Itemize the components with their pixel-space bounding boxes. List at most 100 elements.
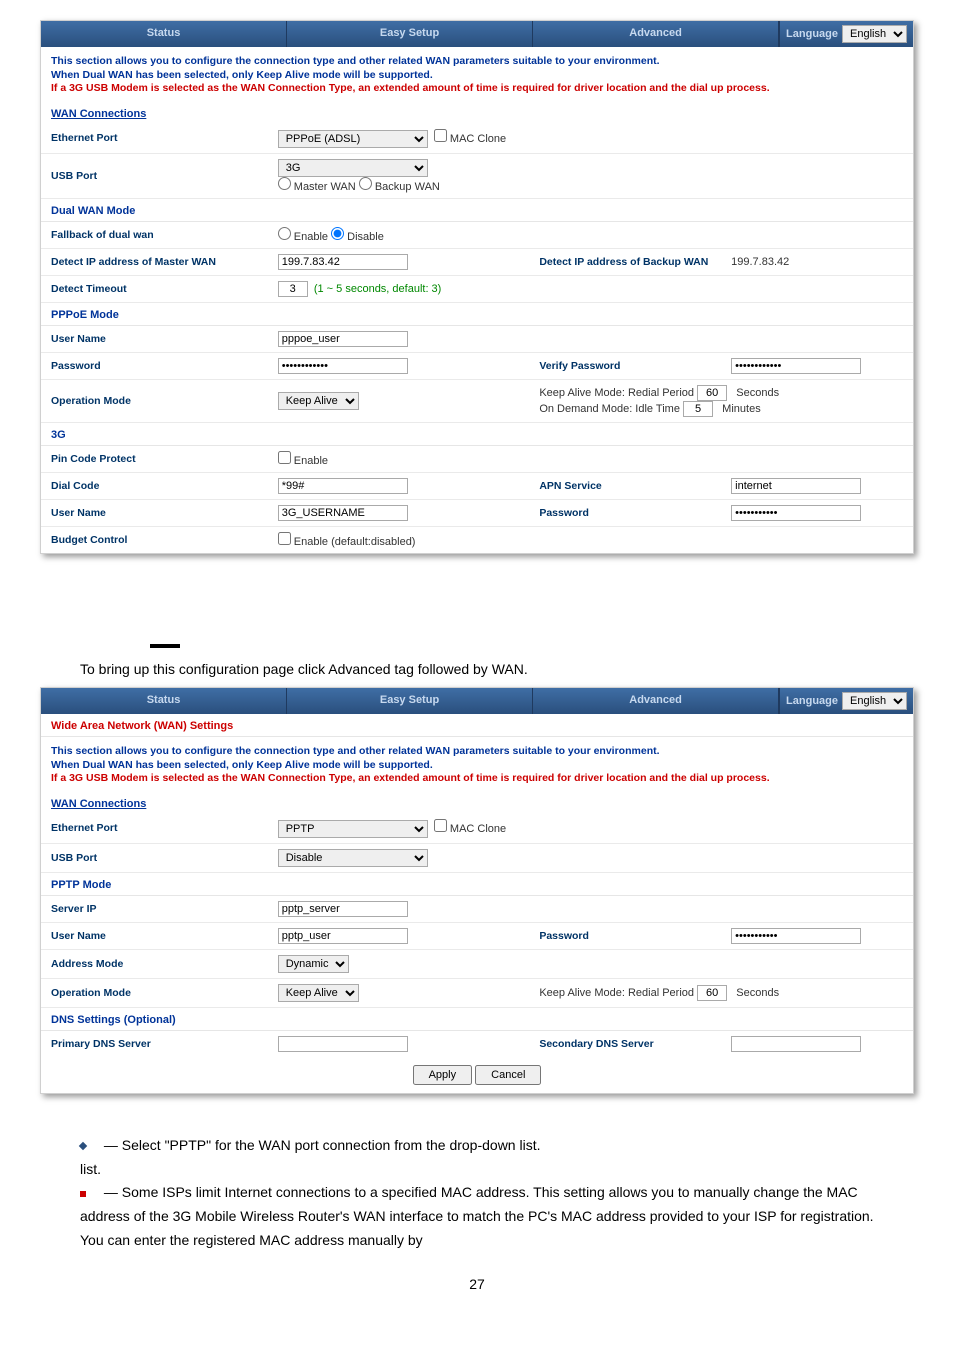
label-ethernet-port-2: Ethernet Port — [41, 814, 268, 844]
tab-status[interactable]: Status — [41, 21, 287, 47]
redial-input-2[interactable] — [697, 985, 727, 1001]
pin-protect-checkbox[interactable] — [278, 451, 291, 464]
label-pptp-password: Password — [529, 922, 721, 949]
tab-easy-setup-2[interactable]: Easy Setup — [287, 688, 533, 714]
section-3g: 3G — [41, 423, 913, 446]
section-wan-connections-2: WAN Connections — [41, 788, 913, 814]
detect-timeout-input[interactable] — [278, 281, 308, 297]
label-pin-protect: Pin Code Protect — [41, 446, 268, 473]
label-primary-dns: Primary DNS Server — [41, 1031, 268, 1057]
label-verify-password: Verify Password — [529, 352, 721, 379]
idle-input[interactable] — [683, 401, 713, 417]
language-select[interactable]: English — [842, 25, 907, 43]
label-ethernet-port: Ethernet Port — [41, 124, 268, 154]
mac-desc: — Some ISPs limit Internet connections t… — [80, 1184, 874, 1248]
mac-clone-label: MAC Clone — [450, 133, 506, 145]
seconds-label-2: Seconds — [736, 987, 779, 999]
tab-advanced-2[interactable]: Advanced — [533, 688, 779, 714]
backup-wan-radio[interactable] — [359, 177, 372, 190]
label-3g-password: Password — [529, 499, 721, 526]
button-row: Apply Cancel — [41, 1057, 913, 1093]
apply-button[interactable]: Apply — [413, 1065, 473, 1085]
label-address-mode: Address Mode — [41, 949, 268, 978]
mac-clone-checkbox-2[interactable] — [434, 819, 447, 832]
server-ip-input[interactable] — [278, 901, 408, 917]
apn-input[interactable] — [731, 478, 861, 494]
pppoe-verify-password-input[interactable] — [731, 358, 861, 374]
redial-label-2: Keep Alive Mode: Redial Period — [539, 987, 694, 999]
ethport-list: list. — [80, 1158, 874, 1182]
pptp-username-input[interactable] — [278, 928, 408, 944]
operation-mode-select[interactable]: Keep Alive — [278, 392, 359, 410]
label-budget: Budget Control — [41, 526, 268, 553]
seconds-label: Seconds — [736, 387, 779, 399]
pin-enable-label: Enable — [294, 455, 328, 467]
label-3g-username: User Name — [41, 499, 268, 526]
detect-backup-value: 199.7.83.42 — [731, 256, 789, 268]
label-operation-mode-2: Operation Mode — [41, 978, 268, 1007]
ethport-desc: — Select "PPTP" for the WAN port connect… — [100, 1137, 541, 1153]
3g-password-input[interactable] — [731, 505, 861, 521]
intro-text-2: This section allows you to configure the… — [41, 737, 913, 788]
label-secondary-dns: Secondary DNS Server — [529, 1031, 721, 1057]
operation-mode-select-2[interactable]: Keep Alive — [278, 984, 359, 1002]
tab-advanced[interactable]: Advanced — [533, 21, 779, 47]
ethernet-port-select[interactable]: PPPoE (ADSL) — [278, 130, 428, 148]
tab-bar: Status Easy Setup Advanced Language Engl… — [41, 21, 913, 47]
section-dns: DNS Settings (Optional) — [41, 1008, 913, 1031]
master-wan-radio[interactable] — [278, 177, 291, 190]
section-wan-settings: Wide Area Network (WAN) Settings — [41, 714, 913, 737]
cancel-button[interactable]: Cancel — [475, 1065, 541, 1085]
language-label: Language — [786, 28, 838, 40]
mac-clone-checkbox[interactable] — [434, 129, 447, 142]
label-pptp-username: User Name — [41, 922, 268, 949]
pptp-heading — [40, 644, 914, 661]
dial-code-input[interactable] — [278, 478, 408, 494]
pppoe-username-input[interactable] — [278, 331, 408, 347]
3g-username-input[interactable] — [278, 505, 408, 521]
redial-label: Keep Alive Mode: Redial Period — [539, 387, 694, 399]
ethernet-port-select-2[interactable]: PPTP — [278, 820, 428, 838]
intro-text: This section allows you to configure the… — [41, 47, 913, 98]
body-text: — Select "PPTP" for the WAN port connect… — [40, 1114, 914, 1317]
tab-bar-2: Status Easy Setup Advanced Language Engl… — [41, 688, 913, 714]
language-select-2[interactable]: English — [842, 692, 907, 710]
budget-hint: Enable (default:disabled) — [294, 536, 416, 548]
primary-dns-input[interactable] — [278, 1036, 408, 1052]
master-wan-label: Master WAN — [294, 181, 356, 193]
section-dual-wan: Dual WAN Mode — [41, 199, 913, 222]
fallback-enable-radio[interactable] — [278, 227, 291, 240]
language-label-2: Language — [786, 695, 838, 707]
label-password: Password — [41, 352, 268, 379]
fallback-disable-label: Disable — [347, 231, 384, 243]
section-pptp-mode: PPTP Mode — [41, 873, 913, 896]
redial-input[interactable] — [697, 385, 727, 401]
fallback-enable-label: Enable — [294, 231, 328, 243]
pptp-password-input[interactable] — [731, 928, 861, 944]
pppoe-password-input[interactable] — [278, 358, 408, 374]
timeout-hint: (1 ~ 5 seconds, default: 3) — [314, 283, 442, 295]
mac-clone-label-2: MAC Clone — [450, 823, 506, 835]
backup-wan-label: Backup WAN — [375, 181, 440, 193]
config-panel-pptp: Status Easy Setup Advanced Language Engl… — [40, 687, 914, 1094]
detect-master-input[interactable] — [278, 254, 408, 270]
bullet-icon — [79, 1142, 87, 1150]
language-area: Language English — [779, 21, 913, 47]
label-apn: APN Service — [529, 472, 721, 499]
secondary-dns-input[interactable] — [731, 1036, 861, 1052]
section-wan-connections: WAN Connections — [41, 98, 913, 124]
label-fallback: Fallback of dual wan — [41, 222, 268, 249]
label-usb-port: USB Port — [41, 153, 268, 198]
label-username: User Name — [41, 326, 268, 353]
address-mode-select[interactable]: Dynamic — [278, 955, 349, 973]
usb-port-select[interactable]: 3G — [278, 159, 428, 177]
budget-checkbox[interactable] — [278, 532, 291, 545]
idle-label: On Demand Mode: Idle Time — [539, 403, 680, 415]
label-dial-code: Dial Code — [41, 472, 268, 499]
tab-status-2[interactable]: Status — [41, 688, 287, 714]
fallback-disable-radio[interactable] — [331, 227, 344, 240]
label-detect-timeout: Detect Timeout — [41, 275, 268, 302]
tab-easy-setup[interactable]: Easy Setup — [287, 21, 533, 47]
page-number: 27 — [80, 1273, 874, 1297]
usb-port-select-2[interactable]: Disable — [278, 849, 428, 867]
